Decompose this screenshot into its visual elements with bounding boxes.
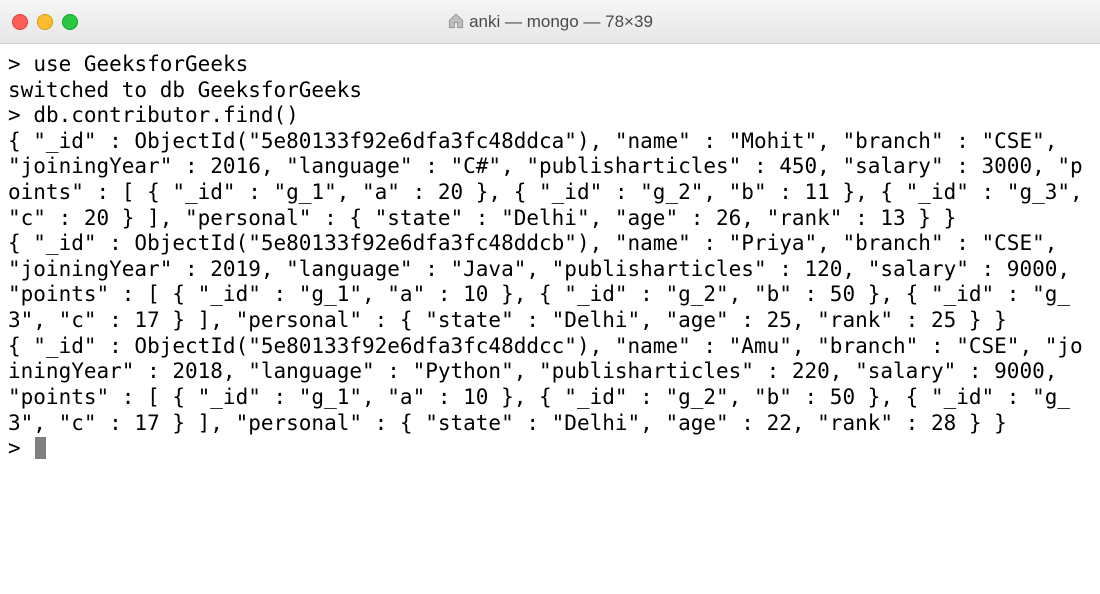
prompt-line: > db.contributor.find() [8, 103, 299, 127]
output-line: { "_id" : ObjectId("5e80133f92e6dfa3fc48… [8, 129, 1095, 230]
prompt-line: > use GeeksforGeeks [8, 52, 248, 76]
prompt-line: > [8, 436, 46, 460]
output-line: switched to db GeeksforGeeks [8, 78, 362, 102]
home-icon [447, 12, 465, 30]
prompt-symbol: > [8, 436, 21, 460]
cursor-icon [35, 437, 46, 459]
title-text: anki — mongo — 78×39 [469, 12, 653, 31]
window-title: anki — mongo — 78×39 [0, 12, 1100, 32]
prompt-symbol: > [8, 52, 21, 76]
output-line: { "_id" : ObjectId("5e80133f92e6dfa3fc48… [8, 334, 1083, 435]
close-icon[interactable] [12, 14, 28, 30]
traffic-lights [12, 14, 78, 30]
window-titlebar: anki — mongo — 78×39 [0, 0, 1100, 44]
prompt-symbol: > [8, 103, 21, 127]
command-text: use GeeksforGeeks [33, 52, 248, 76]
command-text: db.contributor.find() [33, 103, 299, 127]
terminal-body[interactable]: > use GeeksforGeeks switched to db Geeks… [0, 44, 1100, 462]
zoom-icon[interactable] [62, 14, 78, 30]
minimize-icon[interactable] [37, 14, 53, 30]
output-line: { "_id" : ObjectId("5e80133f92e6dfa3fc48… [8, 231, 1083, 332]
